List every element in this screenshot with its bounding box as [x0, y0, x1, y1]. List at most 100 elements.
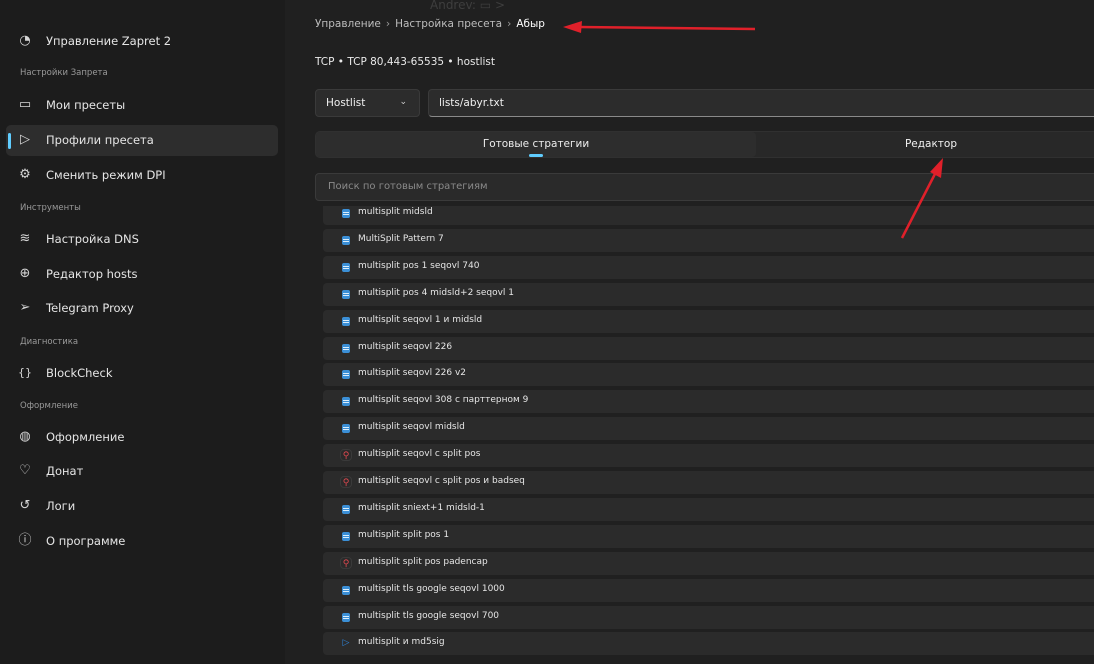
sidebar-item-logs[interactable]: ↺ Логи — [6, 491, 278, 522]
tab-active-indicator — [529, 154, 543, 157]
strategy-label: multisplit sniext+1 midsld-1 — [358, 502, 485, 513]
tab-editor[interactable]: Редактор — [756, 132, 1094, 157]
controller-icon: ◔ — [19, 33, 31, 48]
window-title-ghost: Andrev: ▭ > — [430, 0, 505, 12]
strategy-list-item[interactable]: multisplit tls google seqovl 1000 — [323, 578, 1094, 602]
send-icon: ➢ — [19, 300, 31, 315]
sidebar-item-label: Telegram Proxy — [46, 301, 134, 315]
sidebar-item-hosts-editor[interactable]: ⊕ Редактор hosts — [6, 259, 278, 290]
sidebar-item-zapret-control[interactable]: ◔ Управление Zapret 2 — [6, 26, 278, 57]
strategy-list-item[interactable]: ⚲ multisplit seqovl с split pos — [323, 444, 1094, 468]
play-icon: ▷ — [342, 638, 350, 649]
strategy-label: multisplit seqovl 226 — [358, 341, 453, 352]
sidebar-item-label: Редактор hosts — [46, 267, 138, 281]
strategy-list-item[interactable]: ▷ multisplit и md5sig — [323, 632, 1094, 656]
search-icon: ⚲ — [340, 476, 352, 488]
document-icon — [342, 531, 350, 541]
sidebar-item-label: BlockCheck — [46, 366, 113, 380]
breadcrumb: Управление › Настройка пресета › Абыр — [315, 18, 545, 30]
strategy-label: multisplit seqovl 226 v2 — [358, 368, 467, 379]
globe-icon: ⊕ — [19, 266, 31, 281]
breadcrumb-item-control[interactable]: Управление — [315, 18, 381, 30]
sidebar-item-label: Мои пресеты — [46, 98, 126, 112]
strategy-list-item[interactable]: multisplit seqovl midsld — [323, 417, 1094, 441]
heart-icon: ♡ — [19, 463, 31, 478]
sidebar-item-telegram-proxy[interactable]: ➢ Telegram Proxy — [6, 293, 278, 324]
sidebar-item-label: Сменить режим DPI — [46, 168, 166, 182]
sidebar-item-label: О программе — [46, 534, 126, 548]
sidebar-item-dns[interactable]: ≋ Настройка DNS — [6, 224, 278, 255]
strategy-list-item[interactable]: MultiSplit Pattern 7 — [323, 228, 1094, 252]
strategy-label: multisplit pos 4 midsld+2 seqovl 1 — [358, 287, 515, 298]
strategy-list-item[interactable]: multisplit midsld — [323, 206, 1094, 225]
strategy-list-item[interactable]: multisplit sniext+1 midsld-1 — [323, 497, 1094, 521]
strategy-list-item[interactable]: multisplit seqovl 226 — [323, 336, 1094, 360]
document-icon — [342, 504, 350, 514]
list-type-dropdown[interactable]: Hostlist ⌄ — [315, 89, 420, 117]
document-icon — [342, 612, 350, 622]
strategy-list-item[interactable]: multisplit seqovl 226 v2 — [323, 363, 1094, 387]
search-icon: ⚲ — [340, 556, 352, 569]
strategy-list[interactable]: multisplit midsld MultiSplit Pattern 7 mul… — [323, 206, 1094, 664]
list-path-value: lists/abyr.txt — [439, 97, 504, 109]
document-icon — [342, 235, 350, 245]
sidebar-item-about[interactable]: ⓘ О программе — [6, 526, 278, 557]
breadcrumb-item-preset-settings[interactable]: Настройка пресета — [395, 18, 502, 30]
strategy-label: multisplit seqovl 308 с парттерном 9 — [358, 395, 529, 406]
strategy-list-item[interactable]: ⚲ multisplit split pos padencap — [323, 551, 1094, 575]
strategy-list-item[interactable]: multisplit pos 1 seqovl 740 — [323, 255, 1094, 279]
sidebar-item-label: Донат — [46, 464, 84, 478]
strategy-label: multisplit tls google seqovl 700 — [358, 610, 500, 621]
strategy-list-item[interactable]: multisplit seqovl 1 и midsld — [323, 309, 1094, 333]
protocol-summary: TCP • TCP 80,443-65535 • hostlist — [315, 56, 496, 68]
active-indicator — [8, 133, 11, 149]
sidebar-item-preset-profiles[interactable]: ▷ Профили пресета — [6, 125, 278, 156]
sidebar-item-dpi-mode[interactable]: ⚙ Сменить режим DPI — [6, 160, 278, 191]
breadcrumb-separator: › — [385, 18, 391, 30]
sidebar-item-donate[interactable]: ♡ Донат — [6, 456, 278, 487]
sidebar-item-label: Настройка DNS — [46, 232, 139, 246]
document-icon — [342, 209, 350, 218]
strategy-label: multisplit tls google seqovl 1000 — [358, 583, 505, 594]
play-outline-icon: ▷ — [20, 132, 30, 147]
document-icon — [342, 370, 350, 380]
gear-icon: ⚙ — [19, 167, 31, 182]
strategy-list-item[interactable]: multisplit pos 4 midsld+2 seqovl 1 — [323, 282, 1094, 306]
section-header-diagnostics: Диагностика — [20, 337, 79, 347]
sidebar: ◔ Управление Zapret 2 Настройки Запрета … — [0, 0, 285, 664]
folder-icon: ▭ — [18, 97, 32, 112]
strategy-label: multisplit midsld — [358, 207, 433, 217]
tab-label: Редактор — [904, 138, 958, 150]
strategy-list-item[interactable]: multisplit seqovl 308 с парттерном 9 — [323, 390, 1094, 414]
list-path-input[interactable]: lists/abyr.txt — [428, 89, 1094, 117]
document-icon — [342, 585, 350, 595]
search-icon: ⚲ — [340, 449, 352, 462]
chevron-down-icon: ⌄ — [399, 97, 407, 107]
sidebar-item-blockcheck[interactable]: {} BlockCheck — [6, 358, 278, 389]
sidebar-item-label: Профили пресета — [46, 133, 154, 147]
tab-ready-strategies[interactable]: Готовые стратегии — [316, 132, 756, 157]
strategy-label: multisplit seqovl с split pos — [358, 449, 481, 460]
sidebar-item-label: Управление Zapret 2 — [46, 34, 172, 48]
strategy-label: multisplit split pos padencap — [358, 556, 488, 567]
strategy-list-item[interactable]: multisplit split pos 1 — [323, 524, 1094, 548]
document-icon — [342, 343, 350, 353]
strategy-list-item[interactable]: ⚲ multisplit seqovl с split pos и badseq — [323, 471, 1094, 494]
tab-label: Готовые стратегии — [482, 138, 590, 150]
breadcrumb-item-current: Абыр — [516, 18, 545, 30]
strategy-list-item[interactable]: multisplit tls google seqovl 700 — [323, 605, 1094, 629]
strategy-search-input[interactable]: Поиск по готовым стратегиям — [315, 173, 1094, 201]
section-header-tools: Инструменты — [20, 203, 81, 213]
strategy-label: MultiSplit Pattern 7 — [358, 233, 444, 244]
document-icon — [342, 262, 350, 272]
braces-icon: {} — [18, 366, 32, 379]
strategy-label: multisplit seqovl 1 и midsld — [358, 314, 483, 325]
sidebar-item-my-presets[interactable]: ▭ Мои пресеты — [6, 90, 278, 121]
strategy-label: multisplit и md5sig — [358, 637, 445, 648]
document-icon — [342, 424, 350, 434]
section-header-appearance: Оформление — [20, 401, 78, 411]
sidebar-item-appearance[interactable]: ◍ Оформление — [6, 422, 278, 453]
breadcrumb-separator: › — [507, 18, 512, 30]
section-header-settings: Настройки Запрета — [20, 68, 108, 78]
sidebar-item-label: Оформление — [46, 430, 125, 444]
